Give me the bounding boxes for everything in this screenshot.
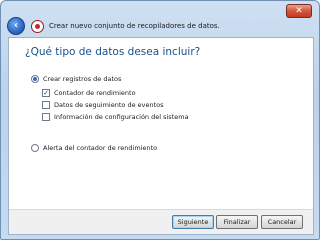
page-heading: ¿Qué tipo de datos desea incluir? bbox=[25, 46, 201, 58]
checkbox-label: Contador de rendimiento bbox=[54, 89, 136, 97]
wizard-footer: Siguiente Finalizar Cancelar bbox=[9, 209, 313, 234]
title-bar: ‹ Crear nuevo conjunto de recopiladores … bbox=[7, 15, 311, 37]
checkbox-indicator[interactable] bbox=[42, 113, 50, 121]
next-button[interactable]: Siguiente bbox=[172, 215, 214, 229]
checkbox-label: Información de configuración del sistema bbox=[54, 113, 189, 121]
checkbox-indicator[interactable]: ✓ bbox=[42, 89, 50, 97]
checkbox-performance-counter[interactable]: ✓ Contador de rendimiento bbox=[42, 89, 136, 97]
wizard-window: ✕ ‹ Crear nuevo conjunto de recopiladore… bbox=[0, 0, 320, 240]
checkbox-label: Datos de seguimiento de eventos bbox=[54, 101, 164, 109]
checkbox-event-trace[interactable]: Datos de seguimiento de eventos bbox=[42, 101, 164, 109]
finish-button[interactable]: Finalizar bbox=[216, 215, 258, 229]
back-arrow-icon: ‹ bbox=[13, 20, 19, 31]
checkbox-system-config[interactable]: Información de configuración del sistema bbox=[42, 113, 189, 121]
radio-performance-alert[interactable]: Alerta del contador de rendimiento bbox=[31, 144, 157, 152]
radio-create-data-logs[interactable]: Crear registros de datos bbox=[31, 75, 121, 83]
radio-label: Alerta del contador de rendimiento bbox=[43, 144, 158, 152]
radio-indicator[interactable] bbox=[31, 144, 39, 152]
window-title: Crear nuevo conjunto de recopiladores de… bbox=[49, 22, 220, 30]
wizard-content: ¿Qué tipo de datos desea incluir? Crear … bbox=[8, 37, 314, 235]
checkbox-indicator[interactable] bbox=[42, 101, 50, 109]
radio-label: Crear registros de datos bbox=[43, 75, 122, 83]
data-collector-icon bbox=[31, 19, 44, 33]
cancel-button[interactable]: Cancelar bbox=[261, 215, 303, 229]
back-button[interactable]: ‹ bbox=[7, 17, 25, 35]
radio-indicator[interactable] bbox=[31, 75, 39, 83]
